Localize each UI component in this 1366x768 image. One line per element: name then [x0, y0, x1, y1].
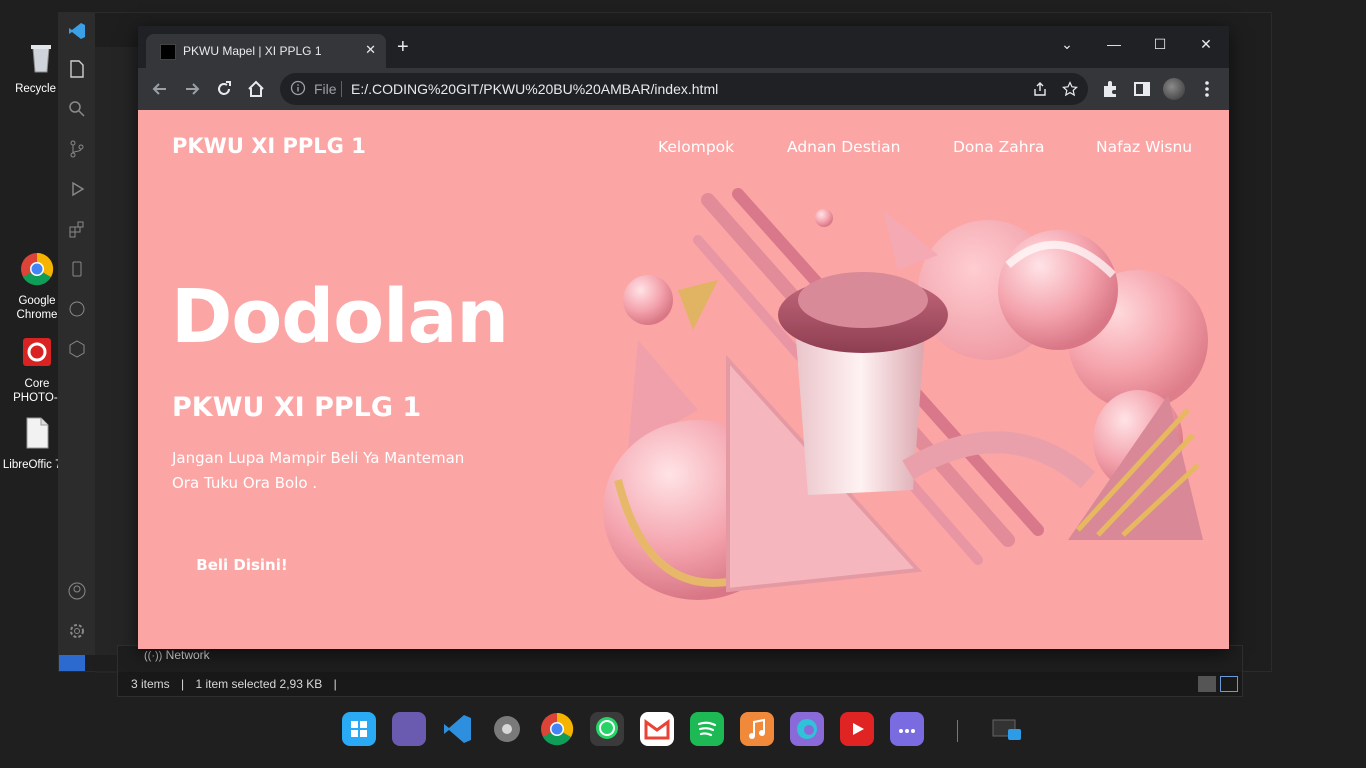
chrome-window: PKWU Mapel | XI PPLG 1 ✕ + ⌄ — ☐ ✕ File …: [138, 26, 1229, 649]
vscode-logo-icon: [69, 23, 85, 39]
tab-close-icon[interactable]: ✕: [365, 42, 376, 58]
vscode-taskbar-icon[interactable]: [440, 712, 474, 746]
file-explorer-window: ((·)) Network 3 items | 1 item selected …: [117, 645, 1243, 697]
scheme-label: File: [314, 81, 337, 97]
extensions-puzzle-icon[interactable]: [1100, 79, 1120, 99]
remote-indicator[interactable]: [59, 655, 85, 671]
tab-search-chevron-icon[interactable]: ⌄: [1045, 30, 1089, 58]
buy-here-button[interactable]: Beli Disini!: [172, 548, 312, 582]
close-window-button[interactable]: ✕: [1184, 30, 1228, 58]
virtual-desktop-icon[interactable]: [392, 712, 426, 746]
network-nav-item[interactable]: ((·)) Network: [144, 648, 210, 662]
reload-icon[interactable]: [214, 79, 234, 99]
explorer-status-bar: 3 items | 1 item selected 2,93 KB |: [118, 672, 1242, 696]
nav-link-nafaz[interactable]: Nafaz Wisnu: [1096, 138, 1192, 156]
file-explorer-taskbar-icon[interactable]: [990, 712, 1024, 746]
items-count: 3 items: [131, 677, 170, 691]
hero-description: Jangan Lupa Mampir Beli Ya Manteman Ora …: [172, 446, 512, 496]
bookmark-star-icon[interactable]: [1062, 81, 1078, 97]
start-windows-icon[interactable]: [342, 712, 376, 746]
url-text[interactable]: E:/.CODING%20GIT/PKWU%20BU%20AMBAR/index…: [351, 81, 718, 97]
search-icon[interactable]: [67, 99, 87, 119]
hero-title: Dodolan: [171, 274, 509, 360]
account-icon[interactable]: [67, 581, 87, 601]
site-brand[interactable]: PKWU XI PPLG 1: [172, 134, 366, 158]
maximize-button[interactable]: ☐: [1138, 30, 1182, 58]
favicon-icon: [160, 44, 176, 60]
chat-app-icon[interactable]: [890, 712, 924, 746]
corel-photo-icon: [23, 338, 51, 366]
spotify-icon[interactable]: [690, 712, 724, 746]
music-icon[interactable]: [740, 712, 774, 746]
explorer-files-icon[interactable]: [67, 59, 87, 79]
back-arrow-icon[interactable]: [150, 79, 170, 99]
run-debug-icon[interactable]: [67, 179, 87, 199]
details-view-icon[interactable]: [1198, 676, 1216, 692]
tab-strip: PKWU Mapel | XI PPLG 1 ✕ + ⌄ — ☐ ✕: [138, 26, 1229, 68]
forward-arrow-icon[interactable]: [182, 79, 202, 99]
whatsapp-icon[interactable]: [590, 712, 624, 746]
vscode-activity-bar: [59, 13, 95, 671]
taskbar: [330, 704, 1040, 756]
profile-avatar[interactable]: [1163, 78, 1185, 100]
address-bar[interactable]: File E:/.CODING%20GIT/PKWU%20BU%20AMBAR/…: [280, 73, 1088, 105]
omnibox-divider: [341, 81, 342, 97]
hero-desc-line-2: Ora Tuku Ora Bolo .: [172, 474, 318, 492]
nav-link-dona[interactable]: Dona Zahra: [953, 138, 1044, 156]
recycle-bin-icon: [31, 45, 51, 73]
extensions-icon[interactable]: [67, 219, 87, 239]
network-icon: ((·)): [144, 650, 163, 662]
side-panel-icon[interactable]: [1132, 79, 1152, 99]
remote-explorer-icon[interactable]: [67, 259, 87, 279]
edge-browser-icon[interactable]: [790, 712, 824, 746]
site-info-icon[interactable]: [290, 80, 306, 96]
web-page: PKWU XI PPLG 1 Kelompok Adnan Destian Do…: [138, 110, 1229, 649]
home-icon[interactable]: [246, 79, 266, 99]
settings-gear-icon[interactable]: [490, 712, 524, 746]
nav-link-adnan[interactable]: Adnan Destian: [787, 138, 901, 156]
network-label: Network: [165, 648, 210, 662]
more-menu-icon[interactable]: [1197, 79, 1217, 99]
source-control-icon[interactable]: [67, 139, 87, 159]
tiles-view-icon[interactable]: [1220, 676, 1238, 692]
taskbar-divider: [957, 720, 958, 742]
share-icon[interactable]: [1032, 81, 1048, 97]
new-tab-button[interactable]: +: [397, 37, 409, 57]
libreoffice-icon: [26, 417, 49, 449]
youtube-icon[interactable]: [840, 712, 874, 746]
chrome-taskbar-icon[interactable]: [540, 712, 574, 746]
minimize-button[interactable]: —: [1092, 30, 1136, 58]
browser-tab-active[interactable]: PKWU Mapel | XI PPLG 1 ✕: [146, 34, 386, 68]
browser-toolbar: File E:/.CODING%20GIT/PKWU%20BU%20AMBAR/…: [138, 68, 1229, 110]
hero-desc-line-1: Jangan Lupa Mampir Beli Ya Manteman: [172, 449, 465, 467]
manage-gear-icon[interactable]: [67, 621, 87, 641]
gmail-icon[interactable]: [640, 712, 674, 746]
hero-subtitle: PKWU XI PPLG 1: [172, 392, 422, 423]
cube-icon[interactable]: [67, 339, 87, 359]
nav-link-kelompok[interactable]: Kelompok: [658, 138, 734, 156]
chrome-icon: [21, 252, 54, 286]
git-graph-icon[interactable]: [67, 299, 87, 319]
tab-title: PKWU Mapel | XI PPLG 1: [183, 44, 322, 58]
selection-info: 1 item selected 2,93 KB: [195, 677, 323, 691]
hero-illustration: [603, 188, 1208, 600]
